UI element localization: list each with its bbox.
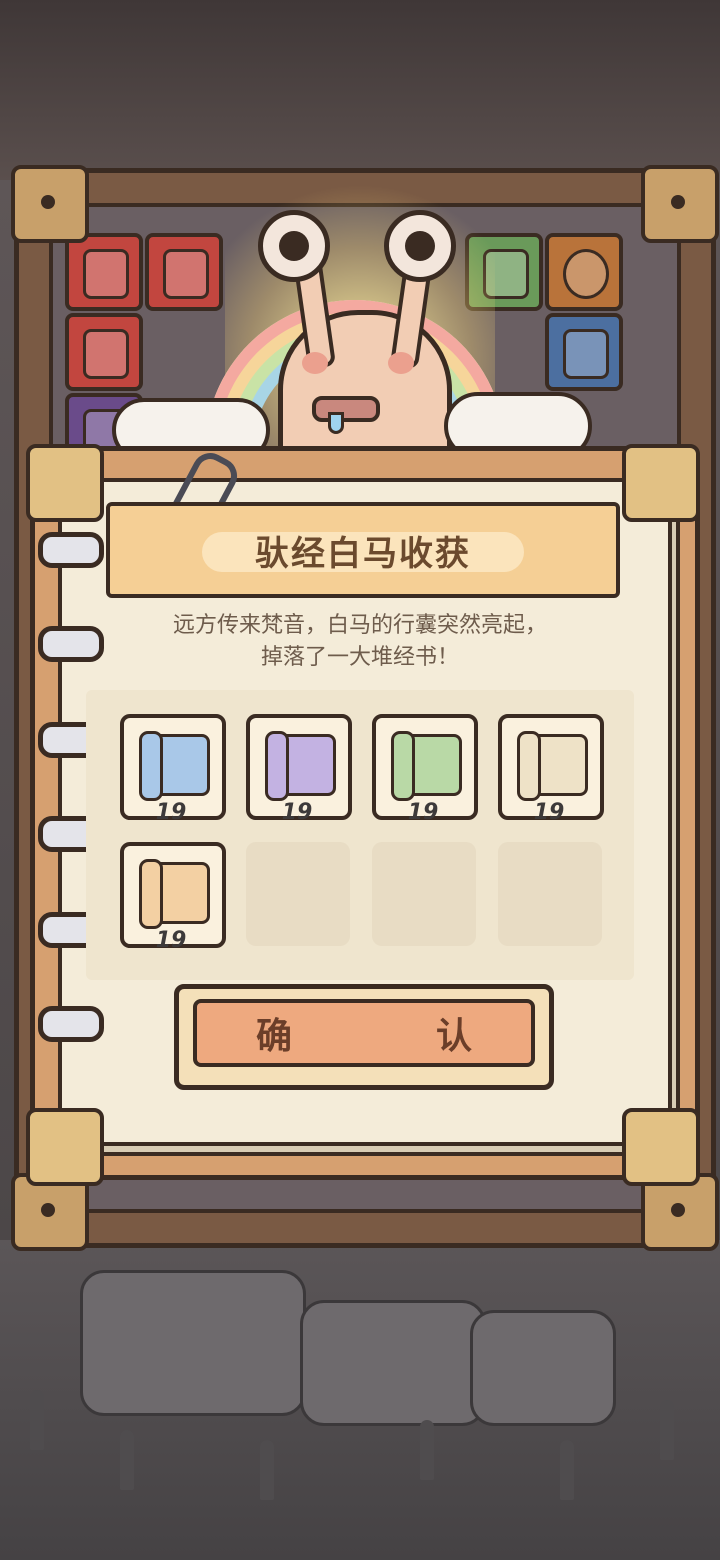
binder-ring-icon [38, 532, 104, 568]
grass [420, 1420, 434, 1480]
description-line: 掉落了一大堆经书！ [260, 645, 459, 670]
rock [300, 1300, 486, 1426]
rock [470, 1310, 616, 1426]
green-scripture-scroll-icon [391, 731, 462, 801]
grass [560, 1440, 574, 1500]
reward-count: 19 [155, 928, 187, 953]
panel-corner [26, 444, 104, 522]
snail-eye-icon [384, 210, 456, 282]
grass [260, 1440, 274, 1500]
star-badge-tile-icon [545, 233, 623, 311]
snail-cheek [388, 352, 414, 374]
dialog-description: 远方传来梵音，白马的行囊突然亮起， 掉落了一大堆经书！ [100, 610, 620, 674]
purple-scripture-scroll-icon [265, 731, 336, 801]
empty-reward-slot [372, 842, 476, 946]
confirm-button-label: 确 认 [193, 999, 535, 1067]
empty-reward-slot [246, 842, 350, 946]
rock [80, 1270, 306, 1416]
potion-tile-icon [545, 313, 623, 391]
dialog-title: 驮经白马收获 [255, 533, 471, 574]
blue-scripture-scroll-icon [139, 731, 210, 801]
drool-icon [328, 412, 344, 434]
battery-tile-icon [145, 233, 223, 311]
board-corner [641, 165, 719, 243]
confirm-button[interactable]: 确 认 [174, 984, 554, 1090]
board-corner [11, 165, 89, 243]
snail-mouth [312, 396, 380, 422]
snail-eye-icon [258, 210, 330, 282]
lotus-scripture-scroll-icon [139, 859, 210, 929]
grass [30, 1390, 44, 1450]
grass [660, 1400, 674, 1460]
background-ground [0, 1240, 720, 1560]
cream-scripture-scroll-icon [517, 731, 588, 801]
panel-corner [26, 1108, 104, 1186]
reward-count: 19 [407, 800, 439, 825]
panel-corner [622, 1108, 700, 1186]
battery-tile-icon [65, 313, 143, 391]
reward-count: 19 [533, 800, 565, 825]
reward-count: 19 [281, 800, 313, 825]
battery-tile-icon [65, 233, 143, 311]
description-line: 远方传来梵音，白马的行囊突然亮起， [172, 613, 547, 638]
reward-grid: 19 19 19 19 19 [86, 690, 634, 980]
binder-ring-icon [38, 626, 104, 662]
title-banner: 驮经白马收获 [106, 502, 620, 598]
reward-count: 19 [155, 800, 187, 825]
grass [120, 1430, 134, 1490]
binder-ring-icon [38, 1006, 104, 1042]
panel-corner [622, 444, 700, 522]
snail-cheek [302, 352, 328, 374]
empty-reward-slot [498, 842, 602, 946]
